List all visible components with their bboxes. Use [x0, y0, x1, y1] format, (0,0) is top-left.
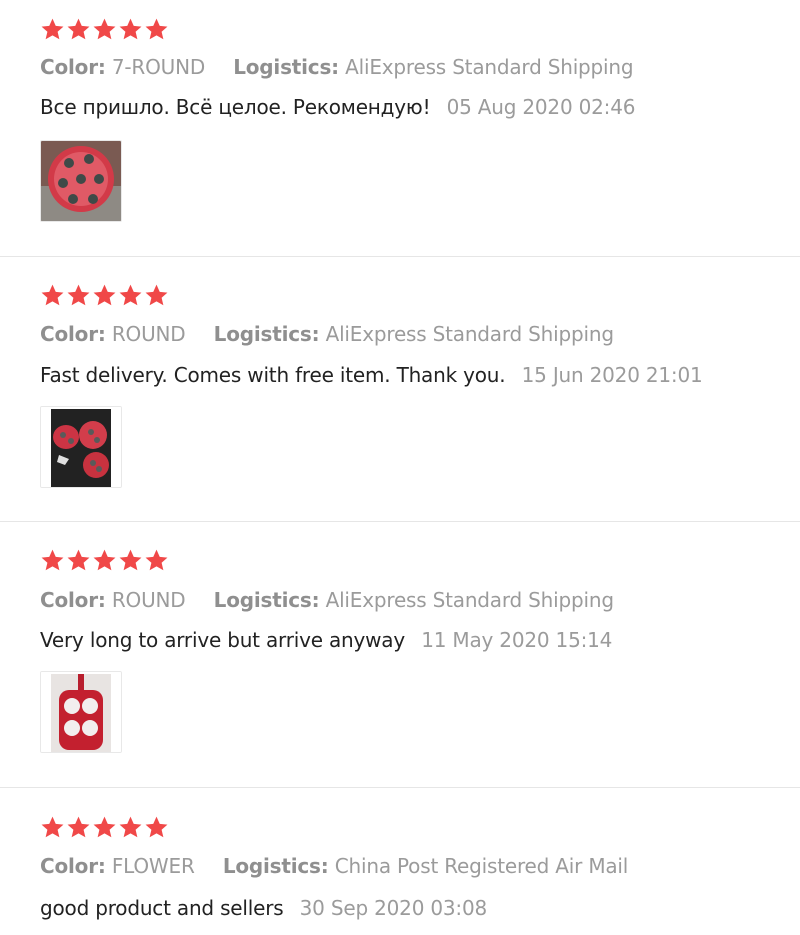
star-icon: [144, 17, 169, 42]
review-item: Color: ROUND Logistics: AliExpress Stand…: [0, 257, 800, 521]
red-four-hole-mold-photo-icon: [41, 672, 121, 752]
color-value: ROUND: [111, 588, 186, 612]
star-icon: [92, 815, 117, 840]
star-icon: [118, 17, 143, 42]
color-value: 7-ROUND: [111, 55, 206, 79]
star-icon: [92, 283, 117, 308]
star-icon: [118, 283, 143, 308]
logistics-value: AliExpress Standard Shipping: [345, 55, 634, 79]
review-meta: Color: ROUND Logistics: AliExpress Stand…: [40, 322, 614, 346]
star-icon: [144, 548, 169, 573]
review-date: 05 Aug 2020 02:46: [446, 95, 636, 119]
review-text: good product and sellers: [40, 896, 284, 920]
review-photo-thumbnail[interactable]: [40, 671, 122, 753]
color-value: FLOWER: [111, 854, 195, 878]
logistics-key: Logistics:: [213, 588, 320, 612]
review-item: Color: FLOWER Logistics: China Post Regi…: [0, 788, 800, 935]
logistics-value: AliExpress Standard Shipping: [325, 588, 614, 612]
star-rating: [40, 17, 169, 43]
star-icon: [92, 548, 117, 573]
color-key: Color:: [40, 588, 106, 612]
review-text-line: Very long to arrive but arrive anyway 11…: [40, 628, 612, 652]
star-icon: [66, 815, 91, 840]
logistics-key: Logistics:: [233, 55, 339, 79]
logistics-value: China Post Registered Air Mail: [334, 854, 629, 878]
color-key: Color:: [40, 854, 106, 878]
review-photo-thumbnail[interactable]: [40, 406, 122, 488]
review-meta: Color: ROUND Logistics: AliExpress Stand…: [40, 588, 614, 612]
star-icon: [66, 548, 91, 573]
star-rating: [40, 548, 169, 574]
review-item: Color: ROUND Logistics: AliExpress Stand…: [0, 522, 800, 787]
star-icon: [118, 548, 143, 573]
color-key: Color:: [40, 55, 106, 79]
color-value: ROUND: [111, 322, 186, 346]
star-icon: [144, 283, 169, 308]
star-icon: [118, 815, 143, 840]
color-key: Color:: [40, 322, 106, 346]
review-date: 30 Sep 2020 03:08: [299, 896, 488, 920]
star-icon: [40, 17, 65, 42]
star-icon: [66, 283, 91, 308]
star-icon: [144, 815, 169, 840]
star-rating: [40, 283, 169, 309]
review-meta: Color: 7-ROUND Logistics: AliExpress Sta…: [40, 55, 634, 79]
review-text: Very long to arrive but arrive anyway: [40, 628, 406, 652]
star-rating: [40, 815, 169, 841]
review-text-line: Fast delivery. Comes with free item. Tha…: [40, 363, 703, 387]
review-date: 15 Jun 2020 21:01: [521, 363, 703, 387]
star-icon: [92, 17, 117, 42]
star-icon: [40, 815, 65, 840]
logistics-value: AliExpress Standard Shipping: [325, 322, 614, 346]
red-silicone-molds-dark-photo-icon: [41, 407, 121, 487]
review-item: Color: 7-ROUND Logistics: AliExpress Sta…: [0, 0, 800, 256]
review-text-line: good product and sellers 30 Sep 2020 03:…: [40, 896, 487, 920]
logistics-key: Logistics:: [222, 854, 329, 878]
review-meta: Color: FLOWER Logistics: China Post Regi…: [40, 854, 628, 878]
review-text-line: Все пришло. Всё целое. Рекомендую! 05 Au…: [40, 95, 635, 119]
star-icon: [40, 283, 65, 308]
review-text: Fast delivery. Comes with free item. Tha…: [40, 363, 506, 387]
red-round-pancake-mold-photo-icon: [41, 141, 121, 221]
review-photo-thumbnail[interactable]: [40, 140, 122, 222]
review-text: Все пришло. Всё целое. Рекомендую!: [40, 95, 431, 119]
logistics-key: Logistics:: [213, 322, 320, 346]
star-icon: [66, 17, 91, 42]
star-icon: [40, 548, 65, 573]
review-date: 11 May 2020 15:14: [421, 628, 613, 652]
